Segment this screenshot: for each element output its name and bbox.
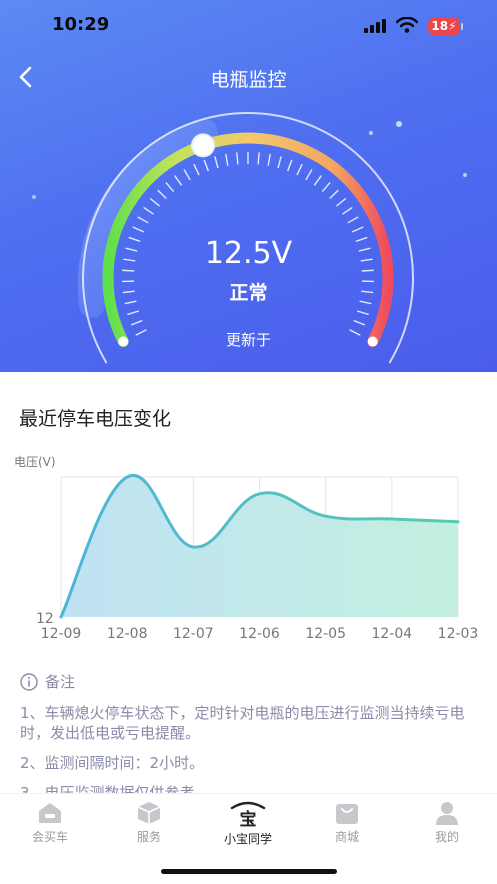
gauge-tick <box>226 154 228 166</box>
x-tick-label: 12-05 <box>305 626 346 642</box>
x-tick-label: 12-07 <box>173 626 214 642</box>
voltage-chart: 电压(V) 12 12-09 12-08 12-07 12-06 12-05 12-04 1… <box>0 445 497 645</box>
notes: 备注 1、车辆熄火停车状态下，定时针对电瓶的电压进行监测当持续亏电时，发出低电或… <box>20 672 480 813</box>
gauge-tick <box>288 160 292 171</box>
note-item: 1、车辆熄火停车状态下，定时针对电瓶的电压进行监测当持续亏电时，发出低电或亏电提… <box>20 703 480 743</box>
gauge-tick <box>352 227 363 232</box>
tab-mall[interactable]: 商城 <box>307 800 387 845</box>
voltage-area <box>61 475 458 617</box>
x-tick-label: 12-09 <box>41 626 82 642</box>
gauge-tick <box>144 207 154 214</box>
gauge-tick <box>138 217 148 223</box>
tab-mine[interactable]: 我的 <box>407 800 487 845</box>
x-tick-label: 12-08 <box>107 626 148 642</box>
gauge-tick <box>204 160 208 171</box>
cellular-signal-icon <box>364 19 388 33</box>
battery-monitor-header: 10:29 18⚡ 电瓶监控 12.5V 正常 更新于 <box>0 0 497 372</box>
page-title: 电瓶监控 <box>0 65 497 92</box>
gauge-tick <box>354 321 365 325</box>
gauge-tick <box>194 164 199 175</box>
gauge-tick <box>175 176 182 186</box>
section-title: 最近停车电压变化 <box>19 404 171 431</box>
gauge-tick <box>342 207 352 214</box>
clock: 10:29 <box>52 14 109 35</box>
note-item: 2、监测间隔时间：2小时。 <box>20 753 480 773</box>
updated-label: 更新于 <box>0 329 497 350</box>
gauge-tick <box>237 152 238 164</box>
tab-xiaobao[interactable]: 宝 小宝同学 <box>208 800 288 847</box>
gauge-tick <box>314 176 321 186</box>
bao-logo-icon: 宝 <box>228 800 268 828</box>
wifi-icon <box>396 17 418 33</box>
box-icon <box>135 800 163 826</box>
gauge-tick <box>131 321 142 325</box>
gauge-tick <box>258 152 259 164</box>
nav-bar: 电瓶监控 <box>0 55 497 99</box>
notes-heading-text: 备注 <box>45 672 75 692</box>
gauge-tick <box>322 182 330 191</box>
x-tick-label: 12-06 <box>239 626 280 642</box>
gauge-tick <box>336 198 345 206</box>
gauge-tick <box>268 154 270 166</box>
bag-icon <box>333 800 361 826</box>
gauge-tick <box>297 164 302 175</box>
gauge-tick <box>330 190 339 198</box>
gauge-tick <box>166 182 174 191</box>
home-indicator <box>161 869 337 874</box>
gauge-tick <box>306 169 312 179</box>
tab-buy-car[interactable]: 会买车 <box>10 800 90 845</box>
gauge-tick <box>158 190 167 198</box>
y-tick-label: 12 <box>36 611 54 627</box>
car-shop-icon <box>36 800 64 826</box>
gauge-tick <box>215 156 218 168</box>
x-tick-label: 12-03 <box>438 626 479 642</box>
info-icon <box>20 673 38 691</box>
svg-text:宝: 宝 <box>240 809 257 828</box>
person-icon <box>433 800 461 826</box>
tab-service[interactable]: 服务 <box>109 800 189 845</box>
gauge-tick <box>348 217 358 223</box>
battery-tip <box>461 23 463 30</box>
y-axis-label: 电压(V) <box>14 455 56 469</box>
notes-heading: 备注 <box>20 672 480 692</box>
gauge-tick <box>150 198 159 206</box>
voltage-reading: 12.5V <box>0 236 497 271</box>
gauge-tick <box>184 169 190 179</box>
gauge-tick <box>127 311 138 314</box>
battery-status: 正常 <box>0 278 497 305</box>
gauge-tick <box>133 227 144 232</box>
battery-indicator: 18⚡ <box>428 18 460 35</box>
x-tick-label: 12-04 <box>371 626 412 642</box>
status-bar: 10:29 18⚡ <box>0 0 497 52</box>
gauge-tick <box>278 156 281 168</box>
gauge-tick <box>357 311 368 314</box>
